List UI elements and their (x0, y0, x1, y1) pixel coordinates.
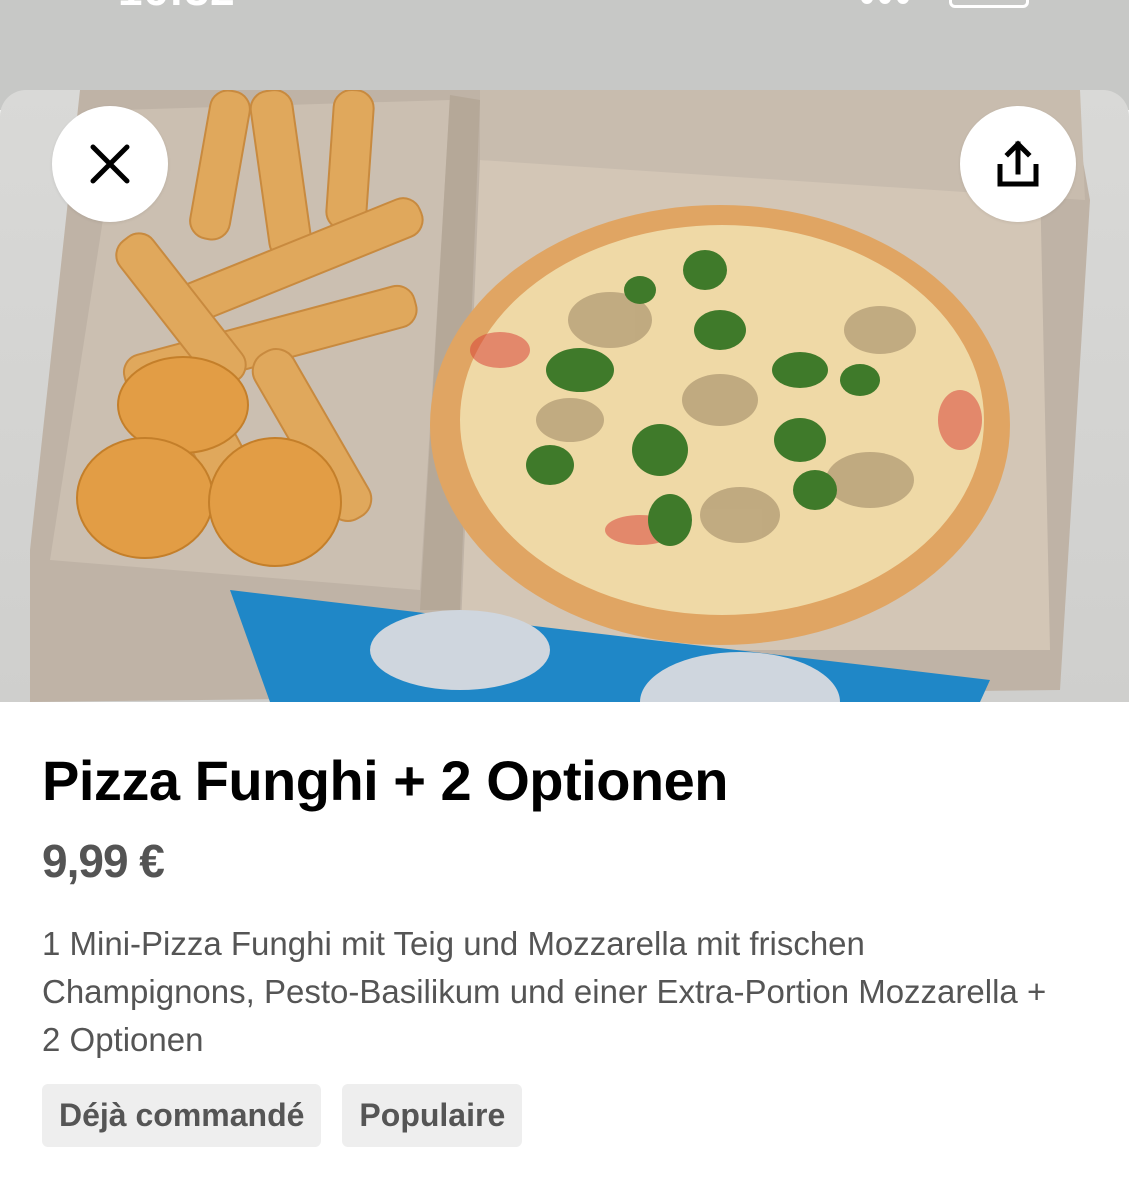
status-indicators (861, 0, 1029, 8)
tag-already-ordered: Déjà commandé (42, 1084, 322, 1147)
product-image (0, 90, 1129, 702)
share-icon (997, 140, 1039, 187)
tag-popular: Populaire (342, 1084, 523, 1147)
product-description: 1 Mini-Pizza Funghi mit Teig und Mozzare… (42, 925, 1047, 1058)
battery-icon (949, 0, 1029, 8)
close-button[interactable] (52, 106, 168, 222)
product-price: 9,99 € (42, 835, 165, 887)
tag-list: Déjà commandé Populaire (42, 1084, 523, 1147)
signal-icon (861, 0, 909, 4)
close-icon (90, 144, 130, 184)
product-title: Pizza Funghi + 2 Optionen (42, 749, 728, 812)
share-button[interactable] (960, 106, 1076, 222)
status-time: 16:32 (118, 0, 236, 16)
